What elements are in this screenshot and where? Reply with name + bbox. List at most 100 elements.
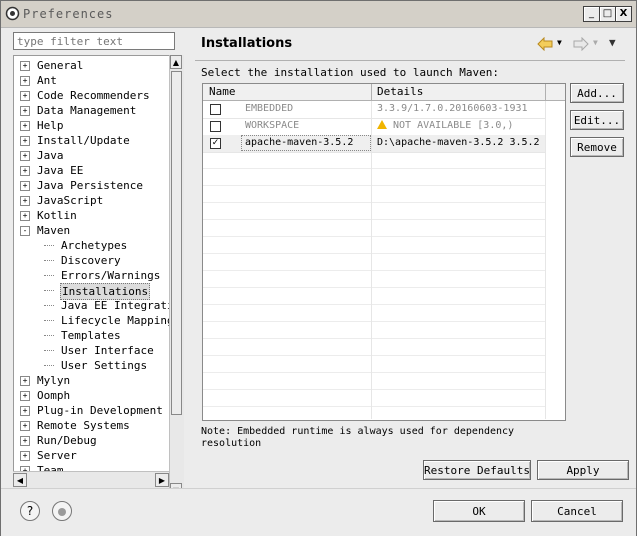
tree-item-label: Lifecycle Mappings xyxy=(61,314,171,327)
remove-button[interactable]: Remove xyxy=(570,137,624,157)
checkbox[interactable] xyxy=(210,104,221,115)
add-button[interactable]: Add... xyxy=(570,83,624,103)
tree-connector xyxy=(44,335,54,337)
installation-details-text: D:\apache-maven-3.5.2 3.5.2 xyxy=(377,137,540,148)
installation-name: WORKSPACE xyxy=(245,120,300,131)
checkbox-checked[interactable]: ✓ xyxy=(210,138,221,149)
tree-item[interactable]: + Server xyxy=(14,448,170,463)
expand-icon[interactable]: + xyxy=(20,91,30,101)
tree-item[interactable]: + Install/Update xyxy=(14,133,170,148)
scroll-right-icon[interactable]: ▶ xyxy=(155,473,169,487)
ok-button[interactable]: OK xyxy=(433,500,525,522)
tree-item[interactable]: Installations xyxy=(14,283,170,300)
tree-item[interactable]: + Kotlin xyxy=(14,208,170,223)
tree-item[interactable]: + Ant xyxy=(14,73,170,88)
grid-line xyxy=(203,185,545,186)
tree-item-label: Java Persistence xyxy=(37,179,143,192)
tree-item[interactable]: - Maven xyxy=(14,223,170,238)
scroll-left-icon[interactable]: ◀ xyxy=(13,473,27,487)
tree-item[interactable]: + Data Management xyxy=(14,103,170,118)
expand-icon[interactable]: + xyxy=(20,106,30,116)
expand-icon[interactable]: + xyxy=(20,196,30,206)
expand-icon[interactable]: + xyxy=(20,76,30,86)
edit-button[interactable]: Edit... xyxy=(570,110,624,130)
checkbox[interactable] xyxy=(210,121,221,132)
tree-item-label: JavaScript xyxy=(37,194,104,207)
tree-item-label: Kotlin xyxy=(37,209,77,222)
tree-item[interactable]: User Interface xyxy=(14,343,170,358)
back-dropdown-icon[interactable]: ▼ xyxy=(557,38,562,47)
back-arrow-icon[interactable] xyxy=(537,37,553,51)
tree-item[interactable]: Templates xyxy=(14,328,170,343)
expand-icon[interactable]: + xyxy=(20,406,30,416)
tree-item[interactable]: Discovery xyxy=(14,253,170,268)
preferences-nav-panel: + General + Ant + Code Recommenders + Data Mana… xyxy=(7,28,184,497)
restore-defaults-button[interactable]: Restore Defaults xyxy=(423,460,531,480)
tree-item[interactable]: + Help xyxy=(14,118,170,133)
tree-item[interactable]: Lifecycle Mappings xyxy=(14,313,170,328)
expand-icon[interactable]: + xyxy=(20,376,30,386)
tree-item[interactable]: + Remote Systems xyxy=(14,418,170,433)
installation-details: NOT AVAILABLE [3.0,) xyxy=(377,120,513,131)
expand-icon[interactable]: + xyxy=(20,436,30,446)
tree-item[interactable]: + Java xyxy=(14,148,170,163)
view-menu-icon[interactable]: ▼ xyxy=(609,36,616,49)
table-row[interactable]: ✓ apache-maven-3.5.2 D:\apache-maven-3.5.2… xyxy=(203,135,545,153)
expand-icon[interactable]: + xyxy=(20,166,30,176)
tree-item[interactable]: + Java Persistence xyxy=(14,178,170,193)
tree-item-label: Errors/Warnings xyxy=(61,269,161,282)
tree-item[interactable]: + Oomph xyxy=(14,388,170,403)
table-row[interactable]: WORKSPACE NOT AVAILABLE [3.0,) xyxy=(203,118,545,136)
grid-line xyxy=(203,253,545,254)
tree-item[interactable]: User Settings xyxy=(14,358,170,373)
tree-item-label: Archetypes xyxy=(61,239,128,252)
tree-connector xyxy=(44,305,54,307)
table-row[interactable]: EMBEDDED 3.3.9/1.7.0.20160603-1931 xyxy=(203,101,545,119)
expand-icon[interactable]: + xyxy=(20,151,30,161)
tree-connector xyxy=(44,260,54,262)
scroll-thumb[interactable] xyxy=(171,71,182,415)
filter-input[interactable] xyxy=(13,32,175,50)
expand-icon[interactable]: + xyxy=(20,391,30,401)
tree-item[interactable]: + Plug-in Development xyxy=(14,403,170,418)
cancel-button[interactable]: Cancel xyxy=(531,500,623,522)
grid-line xyxy=(203,270,545,271)
tree-item-label: Remote Systems xyxy=(37,419,130,432)
maximize-button[interactable]: □ xyxy=(599,6,616,22)
eclipse-app-icon xyxy=(5,6,20,21)
tree-item[interactable]: + Java EE xyxy=(14,163,170,178)
tree-item[interactable]: + JavaScript xyxy=(14,193,170,208)
expand-icon[interactable]: + xyxy=(20,451,30,461)
tree-item[interactable]: Archetypes xyxy=(14,238,170,253)
column-name-header[interactable]: Name xyxy=(209,85,236,98)
tree-connector xyxy=(44,245,54,247)
grid-line xyxy=(203,355,545,356)
grid-line xyxy=(203,338,545,339)
tree-item[interactable]: + Run/Debug xyxy=(14,433,170,448)
import-export-icon[interactable] xyxy=(52,501,72,521)
tree-item-label: Server xyxy=(37,449,77,462)
tree-vertical-scrollbar[interactable]: ▲ ▼ xyxy=(169,55,184,497)
close-button[interactable]: X xyxy=(615,6,632,22)
apply-button[interactable]: Apply xyxy=(537,460,629,480)
expand-icon[interactable]: + xyxy=(20,121,30,131)
scroll-up-icon[interactable]: ▲ xyxy=(170,55,182,69)
tree-item[interactable]: + Mylyn xyxy=(14,373,170,388)
forward-dropdown-icon[interactable]: ▼ xyxy=(593,38,598,47)
expand-icon[interactable]: + xyxy=(20,136,30,146)
expand-icon[interactable]: + xyxy=(20,61,30,71)
column-details-header[interactable]: Details xyxy=(377,85,423,98)
tree-item[interactable]: Java EE Integratio xyxy=(14,298,170,313)
help-icon[interactable]: ? xyxy=(20,501,40,521)
minimize-button[interactable]: _ xyxy=(583,6,600,22)
tree-item[interactable]: + Code Recommenders xyxy=(14,88,170,103)
forward-arrow-icon[interactable] xyxy=(573,37,589,51)
tree-item-label: Plug-in Development xyxy=(37,404,163,417)
expand-icon[interactable]: + xyxy=(20,421,30,431)
tree-item[interactable]: Errors/Warnings xyxy=(14,268,170,283)
tree-horizontal-scrollbar[interactable]: ◀ ▶ xyxy=(13,471,169,488)
expand-icon[interactable]: + xyxy=(20,211,30,221)
collapse-icon[interactable]: - xyxy=(20,226,30,236)
expand-icon[interactable]: + xyxy=(20,181,30,191)
tree-item[interactable]: + General xyxy=(14,58,170,73)
